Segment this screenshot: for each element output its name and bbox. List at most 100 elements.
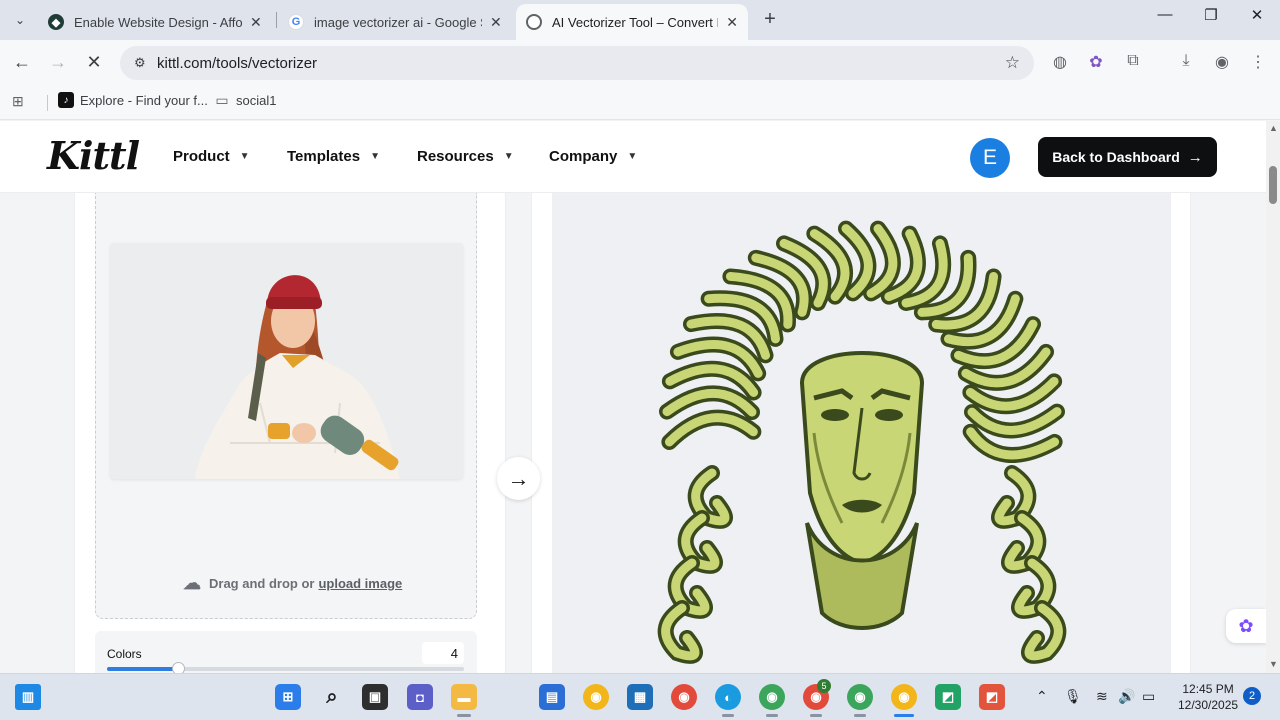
loading-favicon-icon (526, 14, 542, 30)
stop-loading-icon[interactable]: ✕ (82, 52, 106, 73)
microphone-icon[interactable]: 🎙 (1064, 688, 1082, 705)
image-dropzone[interactable]: ☁ Drag and drop or upload image (95, 193, 477, 619)
vectorized-result (552, 193, 1171, 673)
file-explorer-icon[interactable]: ▬ (451, 684, 477, 710)
notification-count[interactable]: 2 (1243, 687, 1261, 705)
bookmark-explore[interactable]: ♪ Explore - Find your f... (58, 92, 208, 108)
nav-company[interactable]: Company ▼ (549, 148, 637, 165)
arrow-right-icon: → (1187, 148, 1203, 166)
page-scrollbar[interactable]: ▲ ▼ (1266, 121, 1280, 673)
uploaded-photo (110, 243, 463, 479)
google-favicon-icon: G (288, 14, 304, 30)
chevron-down-icon: ▼ (370, 151, 380, 162)
tab-search-icon[interactable]: ⌄ (8, 8, 32, 32)
wifi-icon[interactable]: ≋ (1096, 688, 1108, 705)
close-tab-icon[interactable]: ✕ (250, 14, 262, 31)
site-header: Kittl Product ▼ Templates ▼ Resources ▼ Com… (0, 121, 1266, 193)
bookmark-label: social1 (236, 92, 277, 108)
scroll-up-icon[interactable]: ▲ (1269, 123, 1278, 133)
search-icon[interactable]: ⌕ (319, 684, 345, 710)
bookmarks-bar: ⊞ ♪ Explore - Find your f... ▭ social1 (0, 86, 1280, 120)
new-tab-icon[interactable]: + (758, 8, 782, 32)
site-info-icon[interactable]: ⚙ (134, 55, 146, 71)
upload-instructions: ☁ Drag and drop or upload image (183, 573, 402, 594)
back-to-dashboard-button[interactable]: Back to Dashboard → (1038, 137, 1217, 177)
close-tab-icon[interactable]: ✕ (490, 14, 502, 31)
system-clock[interactable]: 12:45 PM 12/30/2025 (1178, 681, 1238, 713)
chrome-icon[interactable]: ◉ (671, 684, 697, 710)
battery-icon[interactable]: ▭ (1142, 688, 1155, 705)
start-icon[interactable]: ⊞ (275, 684, 301, 710)
tab-title: Enable Website Design - Afford (74, 14, 242, 30)
browser-tab-strip: ⌄ ◆ Enable Website Design - Afford ✕ G i… (0, 0, 1280, 40)
tab-ai-vectorizer[interactable]: AI Vectorizer Tool – Convert Im ✕ (516, 4, 748, 40)
nav-product[interactable]: Product ▼ (173, 148, 250, 165)
cloud-upload-icon: ☁ (183, 573, 201, 593)
user-avatar[interactable]: E (970, 138, 1010, 178)
bookmark-social1[interactable]: ▭ social1 (214, 92, 276, 108)
chevron-down-icon: ▼ (503, 151, 514, 162)
tab-google-search[interactable]: G image vectorizer ai - Google Se ✕ (278, 4, 514, 40)
chevron-down-icon: ▼ (239, 151, 250, 162)
nav-label: Product (173, 148, 230, 165)
volume-icon[interactable]: 🔊 (1118, 688, 1135, 705)
close-tab-icon[interactable]: ✕ (726, 14, 738, 31)
chrome-icon[interactable]: ◉ (583, 684, 609, 710)
windows-taskbar: ▥ ⊞ ⌕ ▣ ◘ ▬ ▤ ◉ ▦ ◉ ◐ ◉ ◉ 5 ◉ ◉ ◩ ◩ ⌃ 🎙 … (0, 673, 1280, 720)
upload-image-link[interactable]: upload image (318, 576, 402, 591)
chrome-profile-icon[interactable]: ◉ (759, 684, 785, 710)
tray-chevron-icon[interactable]: ⌃ (1036, 688, 1048, 705)
colors-value-input[interactable]: 4 (422, 642, 464, 664)
ai-assistant-icon[interactable]: ✿ (1226, 609, 1266, 643)
edge-icon[interactable]: ◐ (715, 684, 741, 710)
scrollbar-thumb[interactable] (1269, 166, 1277, 204)
widgets-icon[interactable]: ▥ (15, 684, 41, 710)
ai-extension-icon[interactable]: ✿ (1085, 52, 1107, 72)
tab-title: image vectorizer ai - Google Se (314, 14, 482, 30)
task-view-icon[interactable]: ▣ (362, 684, 388, 710)
restore-icon[interactable]: ❐ (1188, 6, 1234, 24)
nav-label: Resources (417, 148, 494, 165)
menu-dots-icon[interactable]: ⋮ (1247, 52, 1269, 72)
download-icon[interactable]: ⤓ (1175, 52, 1197, 70)
address-bar[interactable]: ⚙ kittl.com/tools/vectorizer ☆ (120, 46, 1034, 80)
running-indicator (766, 714, 778, 717)
colors-slider[interactable] (107, 662, 464, 673)
back-icon[interactable]: ← (10, 52, 34, 73)
tiktok-icon: ♪ (58, 92, 74, 108)
convert-arrow-button[interactable]: → (497, 457, 540, 500)
store-icon[interactable]: ▤ (539, 684, 565, 710)
translate-icon[interactable]: ◍ (1049, 52, 1071, 72)
active-indicator (894, 714, 914, 717)
chrome-profile-icon[interactable]: ◉ (847, 684, 873, 710)
app-green-icon[interactable]: ◩ (935, 684, 961, 710)
address-url[interactable]: kittl.com/tools/vectorizer (157, 55, 317, 72)
clock-time: 12:45 PM (1182, 682, 1234, 696)
close-window-icon[interactable]: ✕ (1234, 6, 1280, 24)
chevron-down-icon: ▼ (627, 151, 638, 162)
tab-title: AI Vectorizer Tool – Convert Im (552, 14, 719, 30)
nav-resources[interactable]: Resources ▼ (417, 148, 514, 165)
running-indicator (854, 714, 866, 717)
scroll-down-icon[interactable]: ▼ (1269, 659, 1278, 669)
bookmark-star-icon[interactable]: ☆ (1005, 53, 1020, 73)
web-page: Kittl Product ▼ Templates ▼ Resources ▼ Com… (0, 121, 1266, 673)
browser-toolbar: ← → ✕ ⚙ kittl.com/tools/vectorizer ☆ ◍ ✿… (0, 40, 1280, 86)
bookmark-divider (47, 95, 48, 111)
forward-icon[interactable]: → (46, 52, 70, 73)
app-orange-icon[interactable]: ◩ (979, 684, 1005, 710)
app-icon[interactable]: ▦ (627, 684, 653, 710)
extensions-icon[interactable]: ⧉ (1122, 52, 1144, 70)
apps-grid-icon[interactable]: ⊞ (12, 93, 24, 110)
clock-date: 12/30/2025 (1178, 698, 1239, 712)
profile-icon[interactable]: ◉ (1211, 52, 1233, 72)
medusa-vector-illustration (657, 220, 1067, 664)
tab-enable-website-design[interactable]: ◆ Enable Website Design - Afford ✕ (38, 4, 274, 40)
minimize-icon[interactable]: — (1142, 6, 1188, 23)
nav-label: Templates (287, 148, 361, 165)
nav-templates[interactable]: Templates ▼ (287, 148, 380, 165)
chrome-active-icon[interactable]: ◉ (891, 684, 917, 710)
colors-slider-thumb[interactable] (172, 662, 186, 673)
teams-icon[interactable]: ◘ (407, 684, 433, 710)
kittl-logo[interactable]: Kittl (47, 133, 140, 178)
